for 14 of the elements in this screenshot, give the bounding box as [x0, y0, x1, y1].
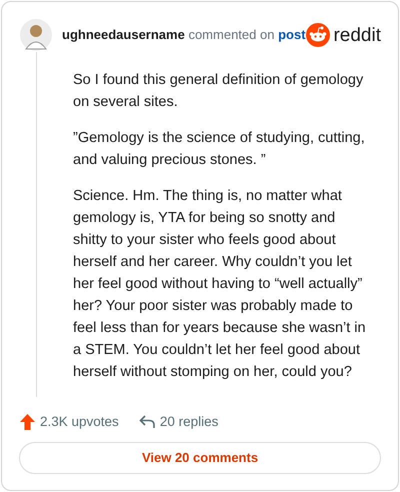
action-text: commented on [187, 27, 276, 42]
view-comments-button[interactable]: View 20 comments [19, 442, 381, 474]
username[interactable]: ughneedausername [62, 27, 185, 42]
avatar-icon [20, 19, 52, 51]
comment-paragraph: So I found this general definition of gemology on several sites. [73, 71, 364, 112]
upvote-count: 2.3K upvotes [40, 412, 119, 431]
reddit-logo-icon [306, 23, 330, 47]
reply-count: 20 replies [160, 412, 218, 431]
reply-arrow-icon[interactable] [138, 414, 155, 429]
brand-name: reddit [333, 26, 381, 44]
upvote-arrow-icon[interactable] [20, 414, 35, 430]
comment-paragraph: Science. Hm. The thing is, no matter what gemology is, YTA for being so snotty and shitty to your sister who feels good about herself and her career. Why couldn’t you let her feel good without having to “well actually” her? Your poor sister was probably made to feel less than for years because she wasn’t in a STEM. You couldn’t let her feel good about herself without stomping on her, could you? [73, 187, 367, 382]
comment-paragraph: ”Gemology is the science of studying, cutting, and valuing precious stones. ” [73, 129, 366, 170]
post-link[interactable]: post [278, 27, 306, 42]
